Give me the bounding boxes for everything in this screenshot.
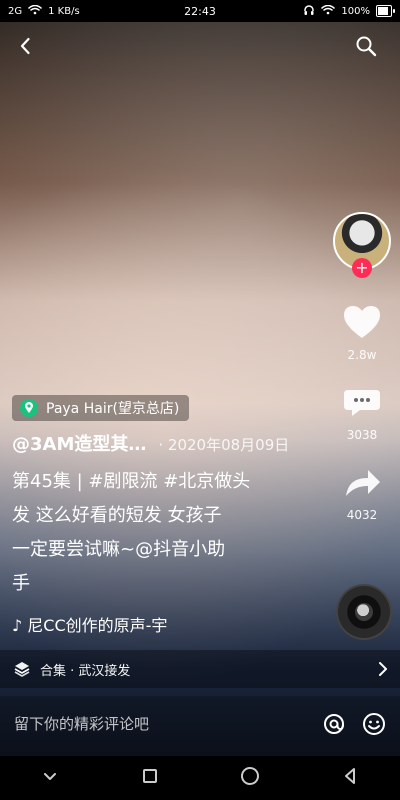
follow-plus: +: [355, 258, 369, 277]
network-speed: 1 KB/s: [48, 5, 80, 17]
music-disc-center: [355, 603, 373, 621]
layers-icon: [14, 661, 30, 677]
comment-bar: 留下你的精彩评论吧: [0, 696, 400, 756]
nav-recent-icon: [141, 767, 159, 789]
like-count: 2.8w: [347, 348, 377, 362]
right-action-rail: + 2.8w 3038 4032: [332, 212, 392, 522]
chevron-down-icon: [41, 767, 59, 789]
emoji-button[interactable]: [360, 712, 388, 740]
collection-label: 合集 · 武汉接发: [40, 663, 131, 679]
system-navbar: [0, 756, 400, 800]
heart-icon: [342, 304, 382, 344]
battery-icon: [376, 5, 395, 17]
comment-icon: [342, 384, 382, 424]
share-action[interactable]: 4032: [342, 464, 382, 522]
signal-indicator: 2G: [8, 5, 23, 17]
desc-line-1: 第45集 | #剧限流 #北京做头: [12, 471, 251, 492]
music-disc[interactable]: [336, 584, 392, 640]
wifi-icon: [28, 4, 42, 18]
chevron-right-icon: [378, 661, 388, 681]
back-button[interactable]: [10, 32, 42, 64]
at-icon: [321, 711, 347, 741]
desc-line-4: 手: [12, 573, 30, 594]
comment-action[interactable]: 3038: [342, 384, 382, 442]
author-handle[interactable]: @3AM造型其…: [12, 430, 146, 456]
search-button[interactable]: [350, 32, 382, 64]
desc-line-2: 发 这么好看的短发 女孩子: [12, 505, 222, 526]
like-action[interactable]: 2.8w: [342, 304, 382, 362]
search-icon: [355, 35, 377, 61]
share-count: 4032: [346, 508, 378, 522]
status-time: 22:43: [184, 4, 216, 18]
wifi-icon: [321, 4, 336, 18]
chevron-left-icon: [17, 37, 35, 59]
location-tag[interactable]: Paya Hair(望京总店): [12, 395, 190, 421]
desc-line-3: 一定要尝试嘛~@抖音小助: [12, 539, 226, 560]
nav-back-icon: [340, 766, 360, 790]
post-date: · 2020年08月09日: [158, 436, 290, 454]
emoji-icon: [361, 711, 387, 741]
status-left: 2G 1 KB/s: [0, 4, 88, 18]
follow-plus-button[interactable]: +: [352, 258, 372, 278]
nav-home-icon: [240, 766, 260, 790]
music-text: ♪ 尼CC创作的原声-宇: [12, 616, 168, 635]
nav-recent-button[interactable]: [120, 756, 180, 800]
author-line: @3AM造型其… · 2020年08月09日: [12, 430, 320, 456]
headphones-icon: [303, 4, 315, 19]
author-avatar[interactable]: +: [333, 212, 391, 278]
nav-back-button[interactable]: [320, 756, 380, 800]
top-bar: [0, 22, 400, 74]
share-icon: [342, 464, 382, 504]
comment-count: 3038: [346, 428, 378, 442]
status-right: 100%: [295, 4, 400, 19]
comment-input[interactable]: 留下你的精彩评论吧: [14, 713, 149, 734]
mention-button[interactable]: [320, 712, 348, 740]
nav-home-button[interactable]: [220, 756, 280, 800]
battery-percent: 100%: [341, 5, 370, 17]
map-pin-icon: [20, 399, 38, 417]
collection-bar[interactable]: 合集 · 武汉接发: [0, 650, 400, 688]
post-description[interactable]: 第45集 | #剧限流 #北京做头 发 这么好看的短发 女孩子 一定要尝试嘛~@…: [12, 465, 312, 601]
music-info[interactable]: ♪ 尼CC创作的原声-宇: [12, 612, 167, 636]
status-bar: 2G 1 KB/s 22:43 100%: [0, 0, 400, 22]
location-text: Paya Hair(望京总店): [46, 401, 180, 417]
nav-down-button[interactable]: [20, 756, 80, 800]
